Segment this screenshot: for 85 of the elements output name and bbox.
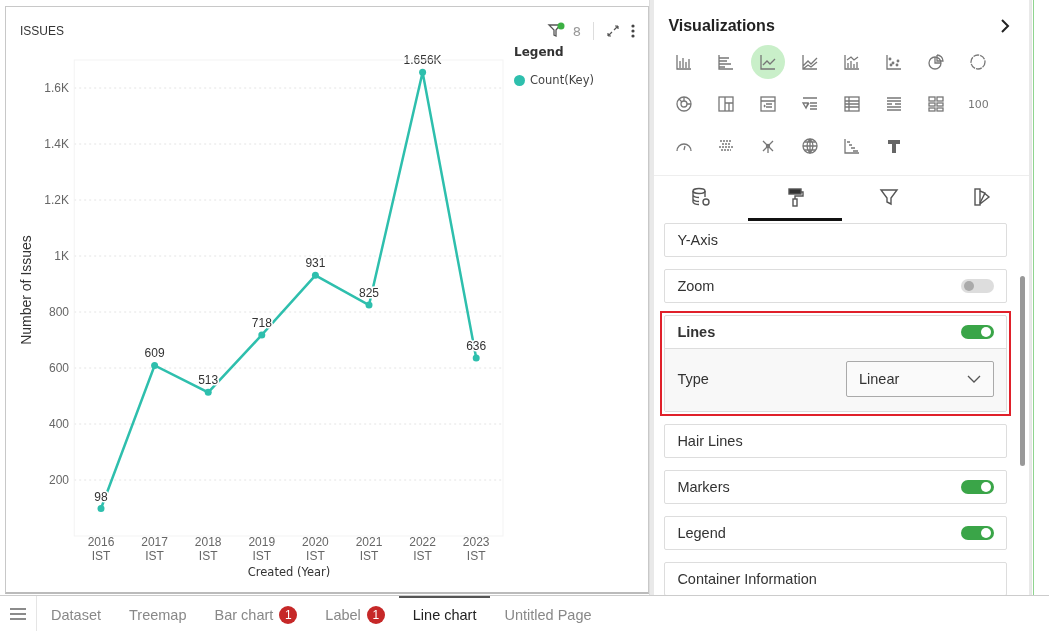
column-chart-icon bbox=[675, 53, 694, 71]
scatter-chart-icon bbox=[885, 53, 904, 71]
data-point bbox=[151, 362, 159, 369]
y-tick-label: 1.4K bbox=[44, 137, 69, 151]
toggle-switch[interactable] bbox=[961, 526, 994, 540]
y-tick-label: 800 bbox=[48, 305, 69, 319]
data-point bbox=[204, 388, 212, 396]
pivot-chart-icon bbox=[759, 95, 778, 113]
toggle-switch[interactable] bbox=[961, 325, 994, 339]
x-tick-label: 2020 IST bbox=[302, 535, 329, 563]
page-tab[interactable]: Untitled Page bbox=[490, 596, 606, 631]
notification-badge: 1 bbox=[366, 605, 385, 624]
section-label: Zoom bbox=[677, 278, 715, 294]
more-icon[interactable] bbox=[630, 23, 636, 39]
treemap-chart-icon bbox=[717, 95, 736, 113]
x-tick-label: 2016 IST bbox=[87, 535, 115, 563]
toggle-switch[interactable] bbox=[961, 279, 994, 293]
data-point bbox=[419, 68, 427, 76]
line-chart-icon bbox=[759, 53, 778, 71]
value-label: 609 bbox=[144, 346, 165, 361]
chart-title: ISSUES bbox=[20, 24, 64, 38]
section-label: Hair Lines bbox=[677, 433, 743, 449]
filterlist-chart-icon bbox=[801, 95, 820, 113]
donut-chart-icon bbox=[969, 53, 988, 71]
expand-icon[interactable] bbox=[606, 24, 620, 38]
y-tick-label: 600 bbox=[48, 361, 69, 375]
section-label: Y-Axis bbox=[677, 232, 718, 248]
x-axis-title: Created (Year) bbox=[247, 565, 331, 579]
filter-icon[interactable] bbox=[546, 22, 565, 40]
legend-title: Legend bbox=[514, 45, 565, 59]
combo-chart-icon bbox=[843, 53, 862, 71]
page-tab[interactable]: Label 1 bbox=[311, 596, 399, 631]
page-tab[interactable]: Line chart bbox=[398, 596, 491, 631]
x-tick-label: 2017 IST bbox=[141, 535, 168, 563]
section-label: Container Information bbox=[677, 571, 817, 587]
chevron-right-icon[interactable] bbox=[999, 18, 1011, 34]
legend-label: Count(Key) bbox=[530, 73, 594, 87]
y-tick-label: 1K bbox=[54, 249, 69, 263]
data-point bbox=[258, 331, 266, 339]
menu-icon bbox=[10, 607, 26, 620]
value-label: 718 bbox=[251, 315, 272, 330]
page-tab[interactable]: Bar chart 1 bbox=[200, 596, 312, 631]
section-label: Markers bbox=[677, 479, 730, 495]
cards-chart-icon bbox=[927, 95, 946, 113]
data-point bbox=[97, 505, 105, 513]
waterfall-chart-icon bbox=[843, 137, 862, 155]
sunburst-chart-icon bbox=[675, 95, 694, 113]
data-point bbox=[311, 271, 319, 279]
data-point bbox=[365, 301, 373, 309]
y-tick-label: 1.6K bbox=[44, 81, 69, 95]
line-chart-button[interactable] bbox=[751, 45, 786, 79]
area-chart-icon bbox=[801, 53, 820, 71]
value-label: 931 bbox=[305, 256, 326, 271]
value-label: 513 bbox=[198, 373, 219, 388]
x-tick-label: 2022 IST bbox=[409, 535, 436, 563]
x-tick-label: 2018 IST bbox=[194, 535, 222, 563]
page-tab[interactable]: Dataset bbox=[37, 596, 115, 631]
highlighted-section[interactable]: Lines Type Linear bbox=[660, 311, 1011, 416]
y-tick-label: 200 bbox=[48, 473, 69, 487]
globe-chart-icon bbox=[801, 137, 820, 155]
bar-chart-icon bbox=[717, 53, 736, 71]
y-tick-label: 400 bbox=[48, 417, 69, 431]
type-dropdown[interactable]: Linear bbox=[846, 361, 994, 397]
list-chart-icon bbox=[885, 95, 904, 113]
y-tick-label: 1.2K bbox=[44, 193, 69, 207]
table-chart-icon bbox=[843, 95, 862, 113]
notification-badge: 1 bbox=[279, 605, 298, 624]
number-chart-button[interactable]: 100 bbox=[961, 87, 996, 121]
pie-chart-icon bbox=[927, 53, 946, 71]
panel-title: Visualizations bbox=[668, 17, 775, 35]
x-tick-label: 2021 IST bbox=[355, 535, 383, 563]
section-label: Lines bbox=[677, 324, 716, 340]
x-tick-label: 2019 IST bbox=[248, 535, 276, 563]
toggle-switch[interactable] bbox=[961, 480, 994, 494]
filter-tab-icon bbox=[877, 186, 900, 208]
chevron-down-icon bbox=[967, 375, 981, 383]
filter-count: 8 bbox=[572, 23, 581, 39]
section-label: Legend bbox=[677, 525, 726, 541]
x-tick-label: 2023 IST bbox=[462, 535, 490, 563]
value-label: 1.656K bbox=[403, 53, 442, 68]
data-tab-icon bbox=[690, 186, 713, 208]
y-axis-title: Number of Issues bbox=[18, 235, 34, 345]
page-tab[interactable]: Treemap bbox=[115, 596, 201, 631]
field-label: Type bbox=[677, 371, 709, 387]
data-point bbox=[472, 354, 480, 362]
